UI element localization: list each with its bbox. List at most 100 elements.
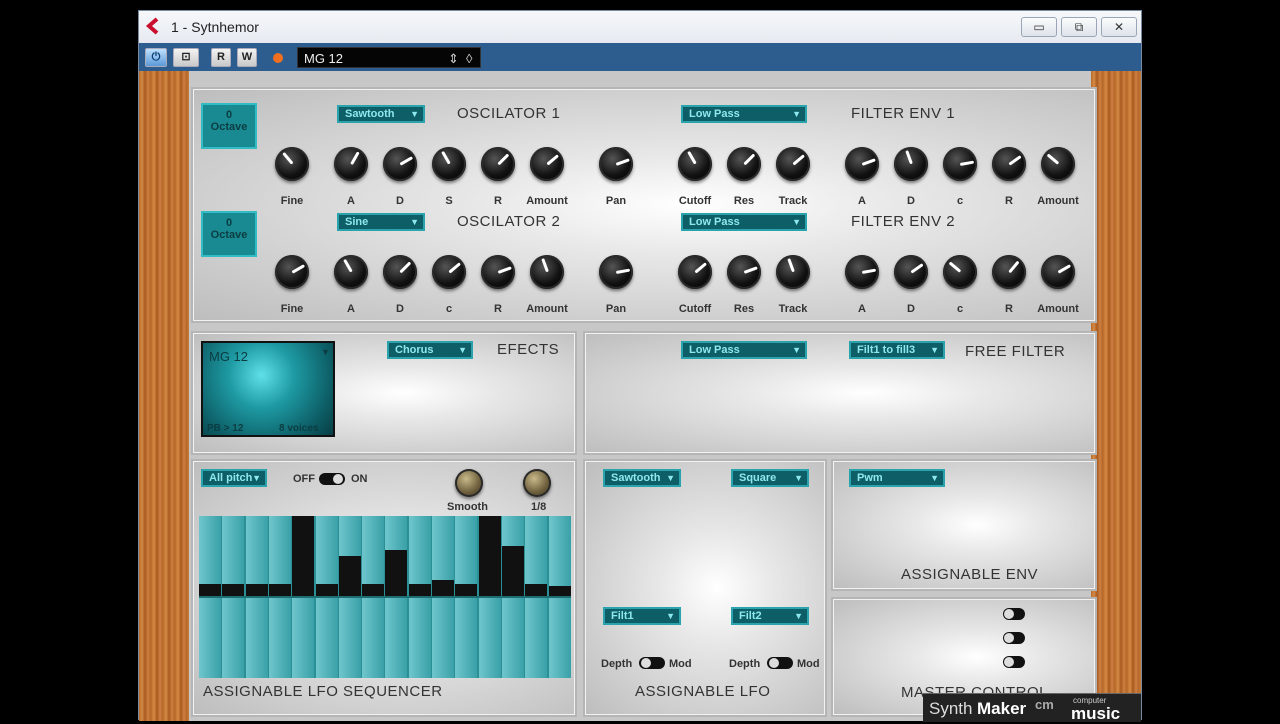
osc2-6-knob[interactable] [599, 255, 633, 289]
filter2-type-dropdown[interactable]: Low Pass ▼ [681, 213, 807, 231]
lfo2-dest-value: Filt2 [739, 610, 762, 622]
fenv2-0-knob[interactable] [845, 255, 879, 289]
fenv2-2-knob[interactable] [943, 255, 977, 289]
osc1-0-knob[interactable] [275, 147, 309, 181]
sequencer-step-bar [245, 584, 268, 596]
sequencer-smooth-label: Smooth [447, 501, 488, 513]
knob-pointer [694, 262, 708, 274]
read-automation-button[interactable]: R [211, 48, 231, 67]
minimize-button[interactable]: ▭ [1021, 17, 1057, 37]
lfo2-depth-mod-switch[interactable] [767, 657, 793, 669]
fenv2-3-knob[interactable] [992, 255, 1026, 289]
knob-pointer [399, 261, 412, 274]
osc2-6-label: Pan [605, 303, 627, 315]
sequencer-on-off-switch[interactable] [319, 473, 345, 485]
sequencer-step-bar [362, 584, 385, 596]
close-button[interactable]: ✕ [1101, 17, 1137, 37]
osc1-1-knob[interactable] [334, 147, 368, 181]
sequencer-target-dropdown[interactable]: All pitch ▼ [201, 469, 267, 487]
filter2-0-knob[interactable] [678, 255, 712, 289]
sequencer-step-bar [408, 584, 431, 596]
monitor-button[interactable]: ⊡ [173, 48, 199, 67]
sequencer-rate-knob[interactable] [523, 469, 551, 497]
sequencer-step-bar [548, 586, 571, 596]
fenv2-4-knob[interactable] [1041, 255, 1075, 289]
knob-pointer [905, 150, 913, 165]
sequencer-off-label: OFF [293, 473, 315, 485]
chevron-down-icon: ▼ [930, 473, 939, 483]
sequencer-grid[interactable] [199, 516, 571, 678]
lfo1-dest-dropdown[interactable]: Filt1 ▼ [603, 607, 681, 625]
lfo2-dest-dropdown[interactable]: Filt2 ▼ [731, 607, 809, 625]
fenv1-3-knob[interactable] [992, 147, 1026, 181]
osc1-6-knob[interactable] [599, 147, 633, 181]
osc2-octave-display[interactable]: 0 Octave [201, 211, 257, 257]
switch-thumb [1004, 657, 1014, 667]
sequencer-on-label: ON [351, 473, 368, 485]
filter1-type-dropdown[interactable]: Low Pass ▼ [681, 105, 807, 123]
display-voices: 8 voices [279, 423, 319, 434]
activity-indicator-icon [273, 53, 283, 63]
sequencer-smooth-knob[interactable] [455, 469, 483, 497]
osc1-5-knob[interactable] [530, 147, 564, 181]
sequencer-step-bar [315, 584, 338, 596]
filter2-1-knob[interactable] [727, 255, 761, 289]
chevron-down-icon: ▼ [792, 109, 801, 119]
maximize-button[interactable]: ⧉ [1061, 17, 1097, 37]
osc1-wave-dropdown[interactable]: Sawtooth ▼ [337, 105, 425, 123]
lfo2-mod-label: Mod [797, 658, 820, 670]
osc2-2-knob[interactable] [383, 255, 417, 289]
lfo1-depth-mod-switch[interactable] [639, 657, 665, 669]
display-chevron-icon[interactable]: ▼ [321, 347, 330, 357]
preset-updown-icon[interactable]: ⇕ [448, 48, 459, 69]
knob-pointer [282, 151, 294, 165]
lfo2-wave-dropdown[interactable]: Square ▼ [731, 469, 809, 487]
osc2-4-knob[interactable] [481, 255, 515, 289]
osc1-wave-value: Sawtooth [345, 108, 395, 120]
fenv1-1-knob[interactable] [894, 147, 928, 181]
env-target-dropdown[interactable]: Pwm ▼ [849, 469, 945, 487]
brand-music: music [1071, 704, 1121, 723]
switch-thumb [1004, 609, 1014, 619]
osc2-5-knob[interactable] [530, 255, 564, 289]
write-automation-button[interactable]: W [237, 48, 257, 67]
osc2-wave-dropdown[interactable]: Sine ▼ [337, 213, 425, 231]
fenv1-2-knob[interactable] [943, 147, 977, 181]
knob-pointer [350, 151, 360, 165]
knob-pointer [1046, 153, 1060, 165]
preset-save-icon[interactable]: ◊ [466, 48, 472, 69]
filter1-type-value: Low Pass [689, 108, 740, 120]
power-button[interactable]: ⏻ [145, 48, 167, 67]
filter1-2-knob[interactable] [776, 147, 810, 181]
lfo1-wave-dropdown[interactable]: Sawtooth ▼ [603, 469, 681, 487]
osc1-3-knob[interactable] [432, 147, 466, 181]
osc1-octave-value: 0 [225, 109, 233, 121]
window-title: 1 - Sytnhemor [171, 19, 259, 35]
free-filter-type-dropdown[interactable]: Low Pass ▼ [681, 341, 807, 359]
fenv2-1-knob[interactable] [894, 255, 928, 289]
knob-pointer [291, 264, 306, 274]
osc2-octave-label: Octave [210, 229, 248, 241]
osc1-octave-display[interactable]: 0 Octave [201, 103, 257, 149]
fenv1-4-knob[interactable] [1041, 147, 1075, 181]
title-bar: 1 - Sytnhemor ▭ ⧉ ✕ [139, 11, 1141, 43]
filter1-1-knob[interactable] [727, 147, 761, 181]
osc2-3-knob[interactable] [432, 255, 466, 289]
knob-pointer [615, 158, 630, 166]
preset-selector[interactable]: MG 12 ⇕ ◊ [297, 47, 481, 68]
master-switch-3[interactable] [1003, 656, 1025, 668]
filter1-0-knob[interactable] [678, 147, 712, 181]
free-filter-route-dropdown[interactable]: Filt1 to fill3 ▼ [849, 341, 945, 359]
osc1-2-knob[interactable] [383, 147, 417, 181]
knob-pointer [497, 266, 512, 274]
fenv1-0-knob[interactable] [845, 147, 879, 181]
knob-pointer [861, 268, 877, 274]
master-switch-1[interactable] [1003, 608, 1025, 620]
effects-type-dropdown[interactable]: Chorus ▼ [387, 341, 473, 359]
osc2-0-knob[interactable] [275, 255, 309, 289]
osc1-4-knob[interactable] [481, 147, 515, 181]
knob-pointer [792, 154, 806, 166]
filter2-2-knob[interactable] [776, 255, 810, 289]
osc2-1-knob[interactable] [334, 255, 368, 289]
master-switch-2[interactable] [1003, 632, 1025, 644]
